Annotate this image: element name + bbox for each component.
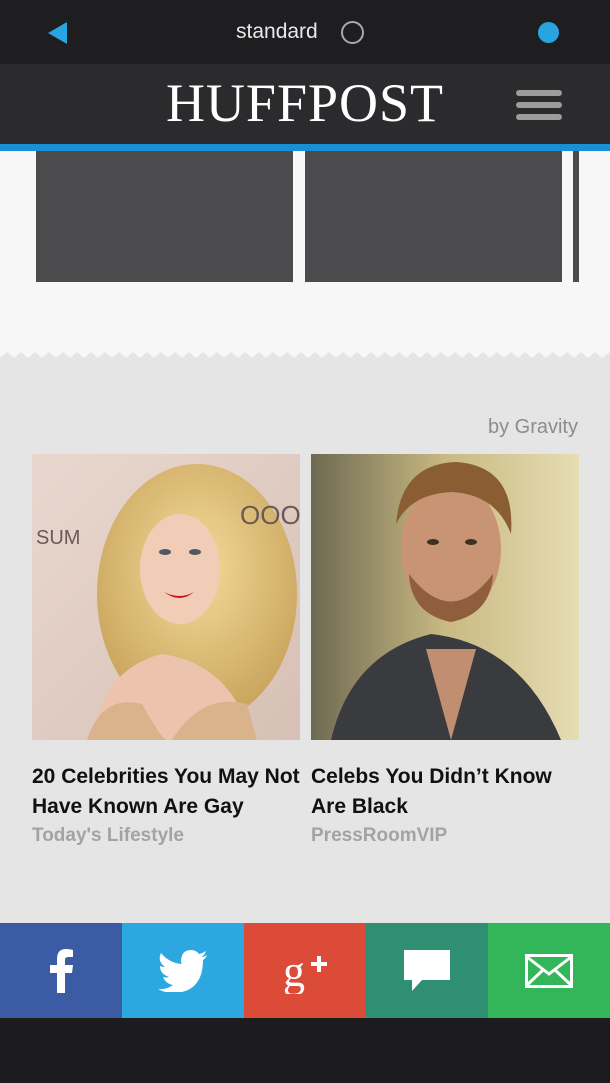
carousel-tile[interactable]	[305, 151, 562, 282]
comment-icon	[404, 949, 450, 991]
carousel-tile[interactable]	[573, 151, 579, 282]
twitter-icon	[158, 949, 207, 992]
google-plus-share-button[interactable]: g	[244, 923, 366, 1018]
comment-share-button[interactable]	[366, 923, 488, 1018]
bottom-bar	[0, 1018, 610, 1083]
svg-text:SUM: SUM	[36, 527, 80, 549]
svg-text:g: g	[283, 948, 305, 994]
email-share-button[interactable]	[488, 923, 610, 1018]
mode-toggle-icon[interactable]	[341, 21, 364, 44]
share-bar: g	[0, 923, 610, 1018]
site-header: HUFFPOST	[0, 64, 610, 144]
back-arrow-icon[interactable]	[48, 22, 67, 44]
sponsored-section: by Gravity SUM OOO 20 Celebrities You Ma…	[0, 372, 610, 923]
facebook-icon	[50, 948, 73, 993]
sponsored-card[interactable]: SUM OOO 20 Celebrities You May Not Have …	[32, 454, 300, 850]
card-source[interactable]: Today's Lifestyle	[32, 822, 300, 850]
twitter-share-button[interactable]	[122, 923, 244, 1018]
card-title[interactable]: 20 Celebrities You May Not Have Known Ar…	[32, 762, 300, 822]
svg-text:OOO: OOO	[240, 500, 300, 530]
article-carousel	[0, 151, 610, 366]
envelope-icon	[525, 953, 573, 988]
status-bar: standard	[0, 0, 610, 64]
card-image[interactable]: SUM OOO	[32, 454, 300, 740]
card-image[interactable]	[311, 454, 579, 740]
zigzag-divider	[0, 352, 610, 374]
hamburger-menu-icon[interactable]	[516, 90, 562, 122]
card-source[interactable]: PressRoomVIP	[311, 822, 579, 850]
header-accent-line	[0, 144, 610, 151]
sponsored-card[interactable]: Celebs You Didn’t Know Are Black PressRo…	[311, 454, 579, 850]
status-dot-icon[interactable]	[538, 22, 559, 43]
google-plus-icon: g	[283, 948, 327, 994]
facebook-share-button[interactable]	[0, 923, 122, 1018]
mode-label[interactable]: standard	[236, 20, 318, 44]
card-title[interactable]: Celebs You Didn’t Know Are Black	[311, 762, 579, 822]
provider-label[interactable]: by Gravity	[488, 416, 578, 439]
carousel-tile[interactable]	[36, 151, 293, 282]
